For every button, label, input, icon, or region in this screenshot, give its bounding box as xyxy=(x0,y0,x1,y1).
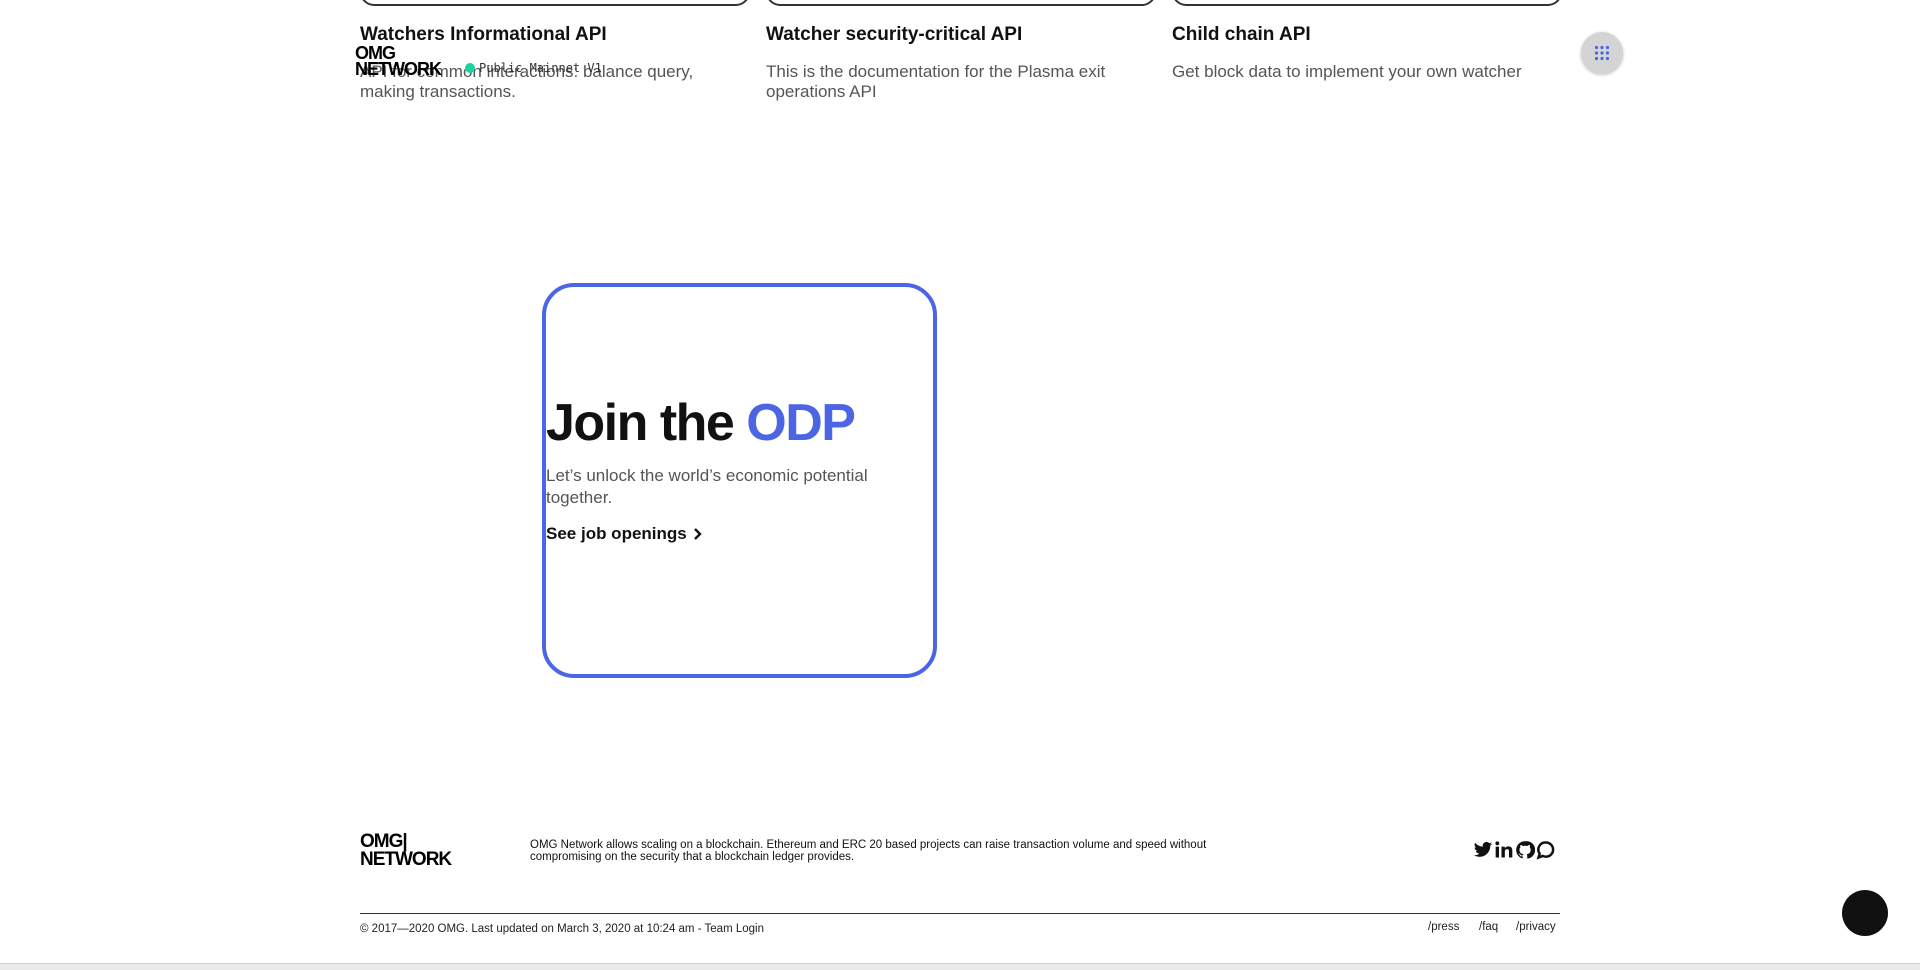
network-status-label[interactable]: Public Mainnet V1 xyxy=(479,61,602,75)
menu-button[interactable] xyxy=(1581,32,1623,74)
card-border xyxy=(1172,0,1562,6)
footer-link-privacy[interactable]: /privacy xyxy=(1516,921,1556,933)
footer-description: OMG Network allows scaling on a blockcha… xyxy=(530,839,1207,863)
job-link-label: See job openings xyxy=(546,524,687,543)
api-card-title[interactable]: Watcher security-critical API xyxy=(766,24,1022,46)
footer-link-faq[interactable]: /faq xyxy=(1479,921,1498,933)
api-card-description: This is the documentation for the Plasma… xyxy=(766,62,1106,101)
logo-line-2: NETWORK xyxy=(355,59,442,79)
chat-icon[interactable] xyxy=(1536,840,1556,860)
join-heading: Join the ODP xyxy=(546,393,856,453)
api-card-title[interactable]: Watchers Informational API xyxy=(360,24,607,46)
join-heading-accent: ODP xyxy=(746,394,856,452)
see-job-openings-link[interactable]: See job openings xyxy=(546,524,703,544)
chevron-right-icon xyxy=(694,528,703,540)
card-border xyxy=(766,0,1156,6)
github-icon[interactable] xyxy=(1515,840,1535,860)
footer-divider xyxy=(360,913,1560,914)
join-heading-prefix: Join the xyxy=(546,394,735,452)
linkedin-icon[interactable] xyxy=(1494,840,1514,860)
grid-icon xyxy=(1594,45,1610,61)
footer-logo-line-2: NETWORK xyxy=(360,849,452,870)
join-subtitle: Let’s unlock the world’s economic potent… xyxy=(546,466,868,507)
card-border xyxy=(360,0,750,6)
twitter-icon[interactable] xyxy=(1473,840,1493,860)
footer-link-press[interactable]: /press xyxy=(1428,921,1459,933)
header-logo[interactable]: OMG NETWORK xyxy=(355,44,442,79)
network-status-dot xyxy=(465,63,475,73)
api-card-title[interactable]: Child chain API xyxy=(1172,24,1311,46)
chat-widget-button[interactable] xyxy=(1842,890,1888,936)
api-card-description: Get block data to implement your own wat… xyxy=(1172,62,1522,81)
footer-logo[interactable]: OMG| NETWORK xyxy=(360,832,452,870)
footer-copyright: © 2017—2020 OMG. Last updated on March 3… xyxy=(360,923,764,935)
